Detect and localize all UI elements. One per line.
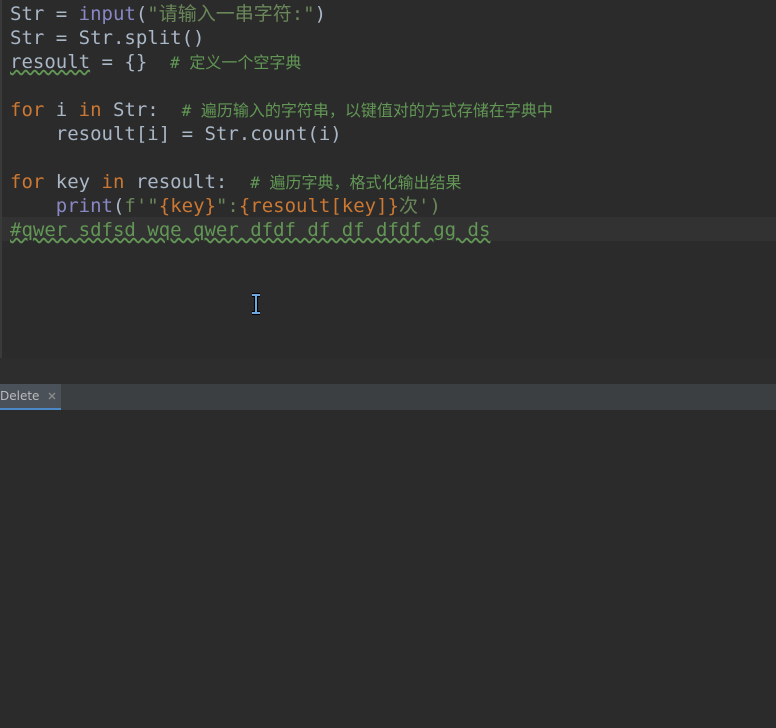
code-editor[interactable]: Str = input("请输入一串字符:") Str = Str.split(… (0, 0, 776, 358)
code-line-5[interactable]: for i in Str: # 遍历输入的字符串，以键值对的方式存储在字典中 (10, 98, 553, 122)
code-line-9[interactable]: print(f'"{key}":{resoult[key]}次') (10, 194, 441, 218)
code-line-2[interactable]: Str = Str.split() (10, 26, 204, 50)
code-line-10[interactable]: #qwer sdfsd wqe qwer dfdf df df dfdf gg … (10, 218, 490, 242)
tab-label: Delete (0, 389, 40, 403)
code-line-1[interactable]: Str = input("请输入一串字符:") (10, 2, 326, 26)
text-cursor-icon (250, 293, 262, 315)
code-line-6[interactable]: resoult[i] = Str.count(i) (10, 122, 342, 146)
code-line-8[interactable]: for key in resoult: # 遍历字典，格式化输出结果 (10, 170, 462, 194)
close-icon[interactable] (47, 391, 57, 401)
bottom-tool-window-header: Delete (0, 384, 776, 411)
bottom-tool-window-content[interactable] (0, 410, 776, 728)
code-line-3[interactable]: resoult = {} # 定义一个空字典 (10, 50, 301, 74)
tab-delete[interactable]: Delete (0, 384, 62, 410)
panel-divider[interactable] (0, 358, 776, 384)
